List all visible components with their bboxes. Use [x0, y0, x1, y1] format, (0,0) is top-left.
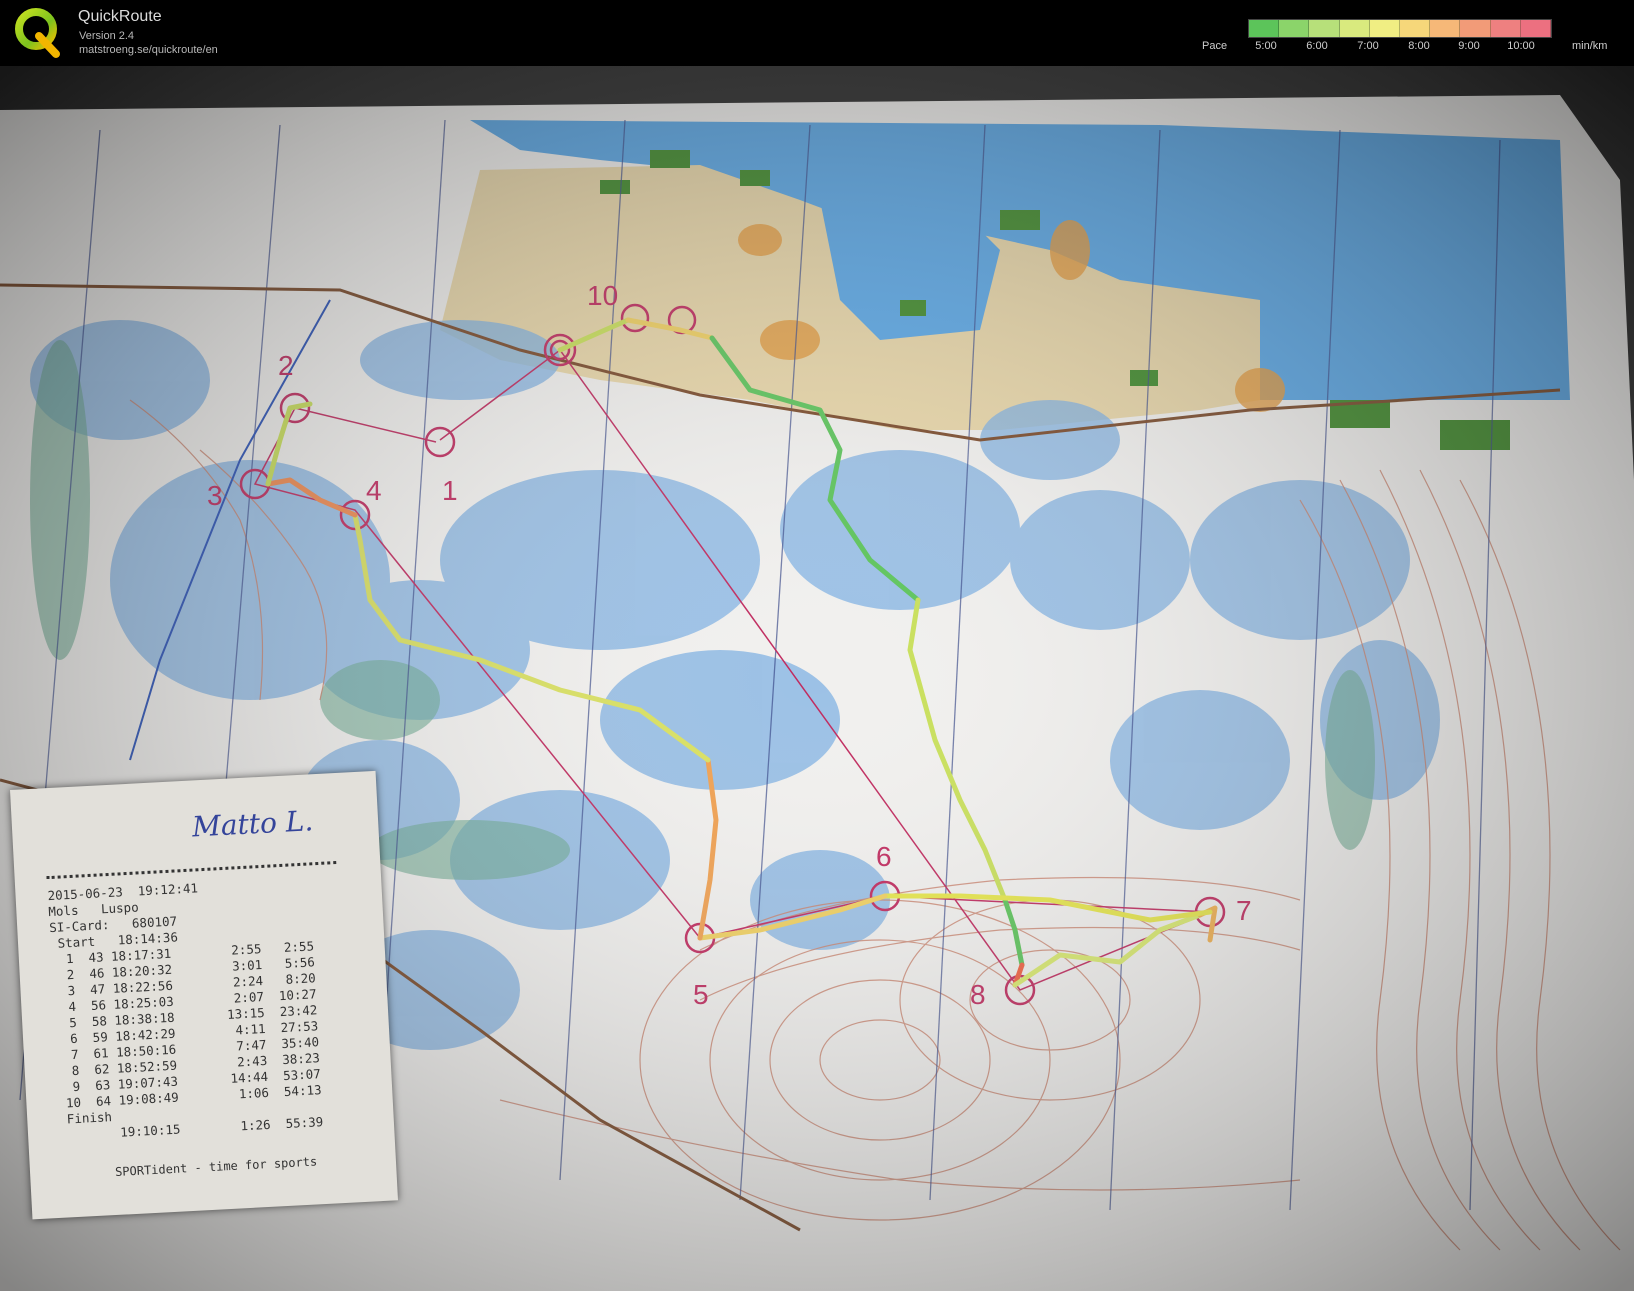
quickroute-viewer: QuickRoute Version 2.4 matstroeng.se/qui… — [0, 0, 1634, 1291]
quickroute-logo-icon — [15, 8, 60, 58]
header-bar: QuickRoute Version 2.4 matstroeng.se/qui… — [0, 0, 1634, 66]
pace-color-swatch — [1520, 20, 1552, 37]
receipt-lines: 2015-06-23 19:12:41 Mols Luspo SI-Card: 68… — [47, 874, 323, 1143]
pace-color-swatch — [1430, 20, 1461, 37]
pace-color-swatch — [1279, 20, 1310, 37]
pace-legend-label: Pace — [1202, 40, 1228, 52]
receipt-signature: Matto L. — [191, 804, 315, 844]
pace-unit: min/km — [1572, 40, 1608, 52]
app-version: Version 2.4 — [79, 30, 135, 42]
receipt-footer: SPORTident - time for sports — [114, 1154, 318, 1180]
pace-color-swatch — [1339, 20, 1370, 37]
app-title: QuickRoute — [78, 8, 162, 25]
pace-color-swatch — [1369, 20, 1401, 37]
pace-color-swatch — [1460, 20, 1491, 37]
split-time-receipt: Matto L. 2015-06-23 19:12:41 Mols Luspo SI… — [10, 770, 399, 1220]
pace-tick: 5:00 — [1255, 40, 1277, 52]
pace-color-swatch — [1490, 20, 1521, 37]
pace-color-scale — [1248, 19, 1552, 38]
pace-tick: 9:00 — [1458, 40, 1480, 52]
pace-color-swatch — [1309, 20, 1340, 37]
pace-tick: 6:00 — [1306, 40, 1328, 52]
pace-tick: 10:00 — [1507, 40, 1535, 52]
app-url[interactable]: matstroeng.se/quickroute/en — [79, 44, 218, 56]
pace-color-swatch — [1249, 20, 1280, 37]
pace-tick: 7:00 — [1357, 40, 1379, 52]
pace-tick: 8:00 — [1408, 40, 1430, 52]
pace-color-swatch — [1400, 20, 1431, 37]
